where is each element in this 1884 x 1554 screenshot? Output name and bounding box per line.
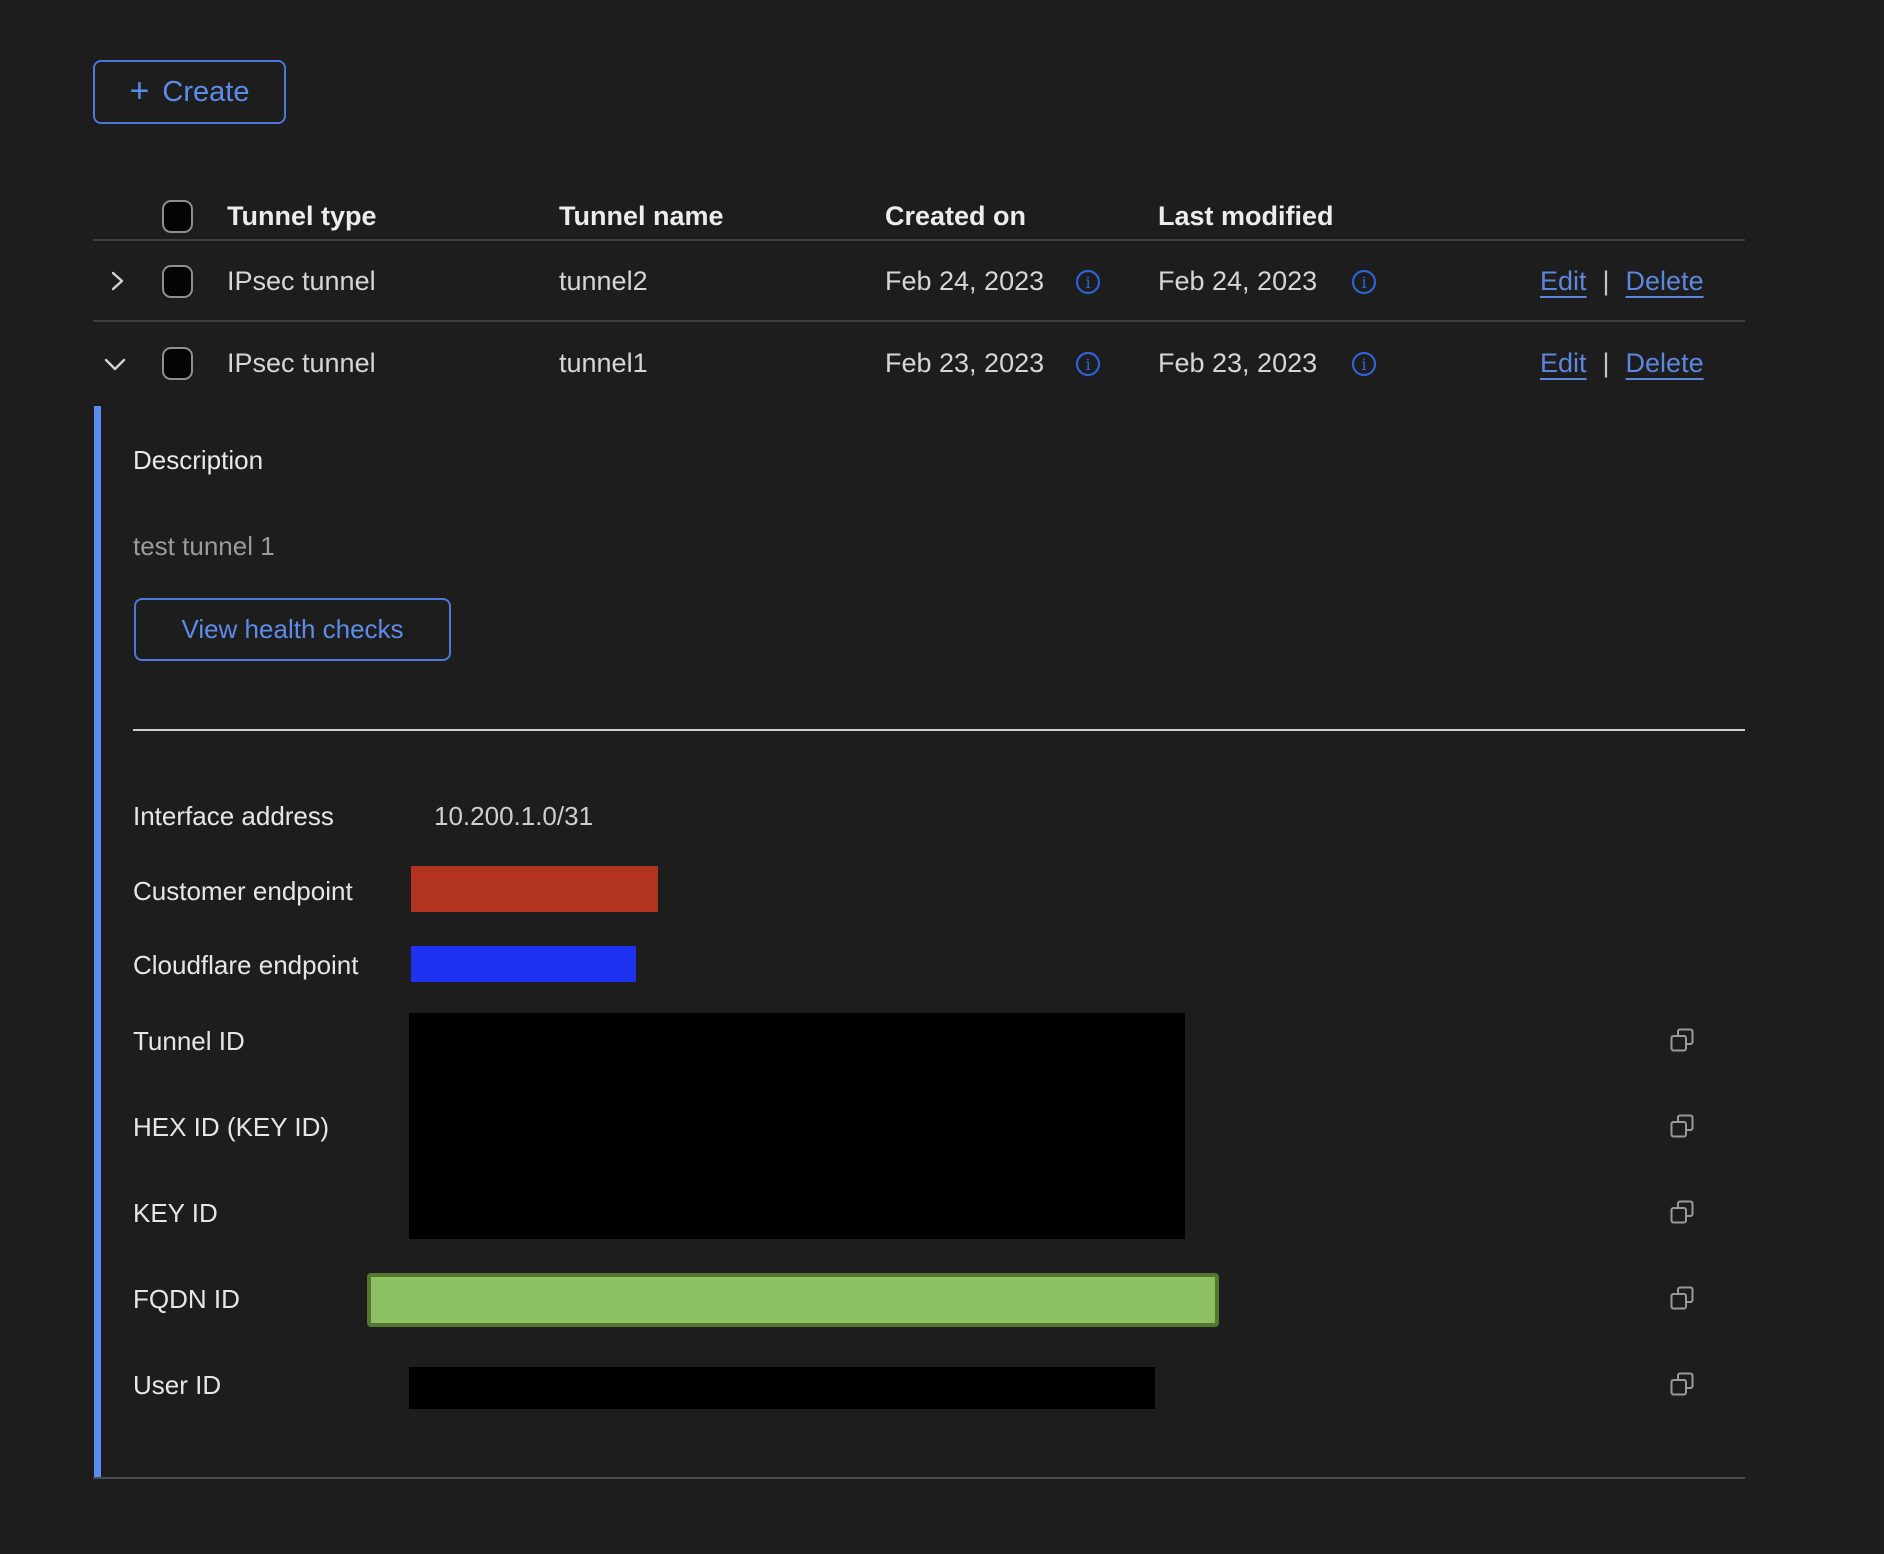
copy-icon[interactable] — [1668, 1198, 1696, 1226]
description-label: Description — [133, 444, 263, 476]
select-row-checkbox[interactable] — [162, 265, 193, 298]
copy-icon[interactable] — [1668, 1112, 1696, 1140]
view-health-checks-button[interactable]: View health checks — [134, 598, 451, 661]
cell-tunnel-type: IPsec tunnel — [227, 240, 376, 322]
fqdn-id-label: FQDN ID — [133, 1283, 240, 1315]
cloudflare-endpoint-redaction — [411, 946, 636, 982]
edit-link[interactable]: Edit — [1540, 266, 1587, 297]
chevron-down-icon[interactable] — [101, 351, 129, 379]
table-row: IPsec tunnel tunnel1 Feb 23, 2023 i Feb … — [0, 322, 1884, 404]
svg-text:i: i — [1085, 273, 1090, 292]
row-actions: Edit | Delete — [1540, 240, 1704, 322]
user-id-redaction — [409, 1367, 1155, 1409]
info-icon[interactable]: i — [1350, 268, 1378, 296]
svg-text:i: i — [1361, 355, 1366, 374]
cell-created-on: Feb 24, 2023 — [885, 240, 1044, 322]
tunnel-id-label: Tunnel ID — [133, 1025, 245, 1057]
chevron-right-icon[interactable] — [103, 267, 131, 295]
user-id-label: User ID — [133, 1369, 221, 1401]
column-header-tunnel-name: Tunnel name — [559, 193, 724, 240]
edit-link[interactable]: Edit — [1540, 348, 1587, 379]
table-row: IPsec tunnel tunnel2 Feb 24, 2023 i Feb … — [0, 240, 1884, 322]
column-header-last-modified: Last modified — [1158, 193, 1334, 240]
create-button[interactable]: + Create — [93, 60, 286, 124]
description-value: test tunnel 1 — [133, 530, 275, 562]
svg-text:i: i — [1085, 355, 1090, 374]
column-header-tunnel-type: Tunnel type — [227, 193, 377, 240]
ids-redaction — [409, 1013, 1185, 1239]
customer-endpoint-label: Customer endpoint — [133, 875, 353, 907]
key-id-label: KEY ID — [133, 1197, 218, 1229]
copy-icon[interactable] — [1668, 1370, 1696, 1398]
section-divider — [133, 729, 1745, 731]
cell-last-modified: Feb 23, 2023 — [1158, 322, 1317, 404]
info-icon[interactable]: i — [1074, 350, 1102, 378]
expanded-row-accent-bar — [94, 406, 101, 1477]
create-button-label: Create — [162, 76, 249, 109]
interface-address-value: 10.200.1.0/31 — [434, 800, 593, 832]
cell-tunnel-name: tunnel1 — [559, 322, 648, 404]
expanded-row-bottom-divider — [93, 1477, 1745, 1479]
row-actions: Edit | Delete — [1540, 322, 1704, 404]
plus-icon: + — [130, 74, 150, 108]
copy-icon[interactable] — [1668, 1284, 1696, 1312]
cloudflare-endpoint-label: Cloudflare endpoint — [133, 949, 359, 981]
actions-separator: | — [1603, 348, 1610, 379]
view-health-checks-label: View health checks — [181, 614, 403, 645]
info-icon[interactable]: i — [1350, 350, 1378, 378]
cell-created-on: Feb 23, 2023 — [885, 322, 1044, 404]
cell-tunnel-name: tunnel2 — [559, 240, 648, 322]
interface-address-label: Interface address — [133, 800, 334, 832]
actions-separator: | — [1603, 266, 1610, 297]
cell-tunnel-type: IPsec tunnel — [227, 322, 376, 404]
fqdn-id-redaction — [367, 1273, 1219, 1327]
cell-last-modified: Feb 24, 2023 — [1158, 240, 1317, 322]
svg-text:i: i — [1361, 273, 1366, 292]
select-all-checkbox[interactable] — [162, 200, 193, 233]
select-row-checkbox[interactable] — [162, 347, 193, 380]
customer-endpoint-redaction — [411, 866, 658, 912]
hex-id-label: HEX ID (KEY ID) — [133, 1111, 329, 1143]
delete-link[interactable]: Delete — [1626, 266, 1704, 297]
column-header-created-on: Created on — [885, 193, 1026, 240]
ipsec-tunnels-page: + Create Tunnel type Tunnel name Created… — [0, 0, 1884, 1554]
info-icon[interactable]: i — [1074, 268, 1102, 296]
copy-icon[interactable] — [1668, 1026, 1696, 1054]
delete-link[interactable]: Delete — [1626, 348, 1704, 379]
